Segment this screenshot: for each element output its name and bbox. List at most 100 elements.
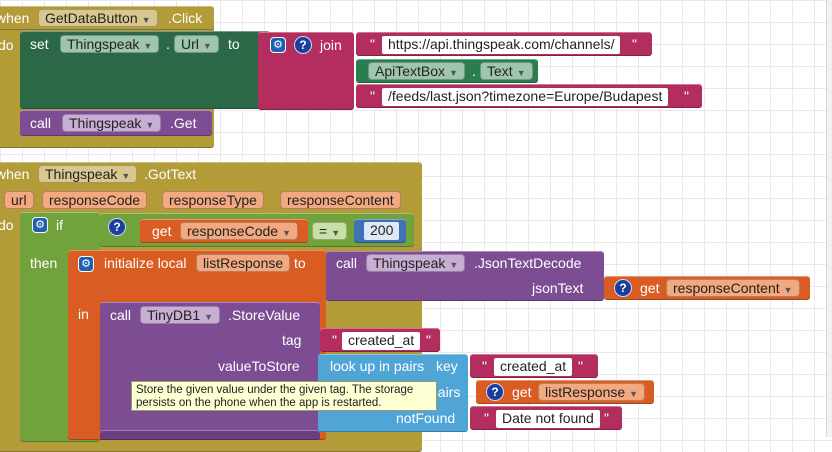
join-string-1-value[interactable]: https://api.thingspeak.com/channels/ xyxy=(382,36,621,54)
call-method-label: .Get xyxy=(170,115,197,131)
event2-event-label: .GotText xyxy=(144,166,197,182)
param-responsecode[interactable]: responseCode xyxy=(42,191,148,209)
get-responsecontent-text: responseContent xyxy=(673,280,780,296)
event2-do-label: do xyxy=(0,217,14,233)
help-icon[interactable]: ? xyxy=(294,36,312,54)
get-listresponse-dropdown[interactable]: listResponse ▼ xyxy=(538,383,646,401)
call-label: call xyxy=(30,115,52,131)
apitextbox-text: ApiTextBox xyxy=(375,63,446,79)
init-to-label: to xyxy=(294,255,306,271)
close-quote-1: " xyxy=(632,36,637,52)
local-name-field[interactable]: listResponse xyxy=(196,254,291,272)
get-content-label: get xyxy=(640,280,660,296)
get-label: get xyxy=(152,223,172,239)
notfound-close-quote: " xyxy=(604,410,609,426)
workspace-scrollbar-edge[interactable] xyxy=(826,0,832,437)
tag-close-quote: " xyxy=(426,332,431,348)
help-icon[interactable]: ? xyxy=(108,218,126,236)
notfound-open-quote: " xyxy=(484,410,489,426)
key-close-quote: " xyxy=(578,358,583,374)
decode-call-label: call xyxy=(336,255,358,271)
set-label: set xyxy=(30,36,49,52)
get-list-label: get xyxy=(512,384,532,400)
close-quote-2: " xyxy=(684,88,689,104)
jsontext-label: jsonText xyxy=(532,280,584,296)
apitextbox-dot: . xyxy=(472,63,476,79)
gear-icon[interactable]: ⚙ xyxy=(270,37,286,53)
event2-when-label: when xyxy=(0,166,30,182)
set-property-dropdown[interactable]: Url ▼ xyxy=(174,35,219,53)
store-component-dropdown[interactable]: TinyDB1 ▼ xyxy=(140,306,221,324)
in-label: in xyxy=(78,306,89,322)
chevron-down-icon: ▼ xyxy=(202,41,212,51)
tag-string-value[interactable]: created_at xyxy=(342,332,421,350)
apitextbox-dropdown[interactable]: ApiTextBox ▼ xyxy=(368,62,465,80)
param-url[interactable]: url xyxy=(4,191,34,209)
decode-component-dropdown[interactable]: Thingspeak ▼ xyxy=(366,254,466,272)
if-label: if xyxy=(56,217,63,233)
store-call-label: call xyxy=(110,307,132,323)
param-responsetype[interactable]: responseType xyxy=(162,191,264,209)
join-label: join xyxy=(320,37,342,53)
chevron-down-icon: ▼ xyxy=(121,171,131,181)
tooltip-line-2: persists on the phone when the app is re… xyxy=(136,396,382,409)
chevron-down-icon: ▼ xyxy=(331,228,341,238)
help-icon[interactable]: ? xyxy=(614,279,632,297)
set-to-label: to xyxy=(228,36,240,52)
chevron-down-icon: ▼ xyxy=(449,68,458,78)
storevalue-bottom-lip xyxy=(100,430,320,440)
lookup-label: look up in pairs xyxy=(330,358,425,374)
chevron-down-icon: ▼ xyxy=(516,68,526,78)
number-value[interactable]: 200 xyxy=(364,222,400,240)
event1-event-label: .Click xyxy=(168,10,203,26)
chevron-down-icon: ▼ xyxy=(204,312,214,322)
valuetostore-label: valueToStore xyxy=(218,358,300,374)
key-open-quote: " xyxy=(482,358,487,374)
set-property-text: Url xyxy=(181,36,199,52)
event1-when-label: when xyxy=(0,10,30,26)
set-component-text: Thingspeak xyxy=(67,36,140,52)
event2-component-dropdown[interactable]: Thingspeak ▼ xyxy=(38,165,138,183)
store-component-text: TinyDB1 xyxy=(147,307,201,323)
chevron-down-icon: ▼ xyxy=(449,260,459,270)
store-method-label: .StoreValue xyxy=(228,307,301,323)
open-quote-1: " xyxy=(370,36,375,52)
open-quote-2: " xyxy=(370,88,375,104)
gear-icon[interactable]: ⚙ xyxy=(32,217,48,233)
chevron-down-icon: ▼ xyxy=(141,15,151,25)
chevron-down-icon: ▼ xyxy=(783,285,793,295)
tooltip: Store the given value under the given ta… xyxy=(131,381,437,411)
chevron-down-icon: ▼ xyxy=(143,41,153,51)
text-property-text: Text xyxy=(487,63,513,79)
notfound-label: notFound xyxy=(396,410,456,426)
chevron-down-icon: ▼ xyxy=(145,120,155,130)
call-component-dropdown[interactable]: Thingspeak ▼ xyxy=(62,114,162,132)
get-responsecode-dropdown[interactable]: responseCode ▼ xyxy=(180,222,298,240)
event1-do-label: do xyxy=(0,37,14,53)
param-responsecontent[interactable]: responseContent xyxy=(280,191,401,209)
tag-label: tag xyxy=(282,332,302,348)
tooltip-line-1: Store the given value under the given ta… xyxy=(136,384,414,396)
set-dot: . xyxy=(166,36,170,52)
call-component-text: Thingspeak xyxy=(69,115,142,131)
get-responsecontent-dropdown[interactable]: responseContent ▼ xyxy=(666,279,800,297)
tag-open-quote: " xyxy=(332,332,337,348)
key-string-value[interactable]: created_at xyxy=(494,358,573,376)
text-property-dropdown[interactable]: Text ▼ xyxy=(480,62,533,80)
join-string-2-value[interactable]: /feeds/last.json?timezone=Europe/Budapes… xyxy=(382,88,669,106)
chevron-down-icon: ▼ xyxy=(282,228,291,238)
set-component-dropdown[interactable]: Thingspeak ▼ xyxy=(60,35,160,53)
help-icon[interactable]: ? xyxy=(486,383,504,401)
operator-text: = xyxy=(319,223,328,239)
event1-component-text: GetDataButton xyxy=(45,10,138,26)
get-listresponse-text: listResponse xyxy=(545,384,626,400)
operator-dropdown[interactable]: = ▼ xyxy=(312,222,348,240)
notfound-string-value[interactable]: Date not found xyxy=(496,410,600,428)
key-label: key xyxy=(436,358,458,374)
event1-component-dropdown[interactable]: GetDataButton ▼ xyxy=(38,9,158,27)
then-label: then xyxy=(30,255,58,271)
initialize-local-label: initialize local xyxy=(104,255,187,271)
decode-method-label: .JsonTextDecode xyxy=(474,255,582,271)
gear-icon[interactable]: ⚙ xyxy=(78,256,94,272)
event2-component-text: Thingspeak xyxy=(45,166,118,182)
